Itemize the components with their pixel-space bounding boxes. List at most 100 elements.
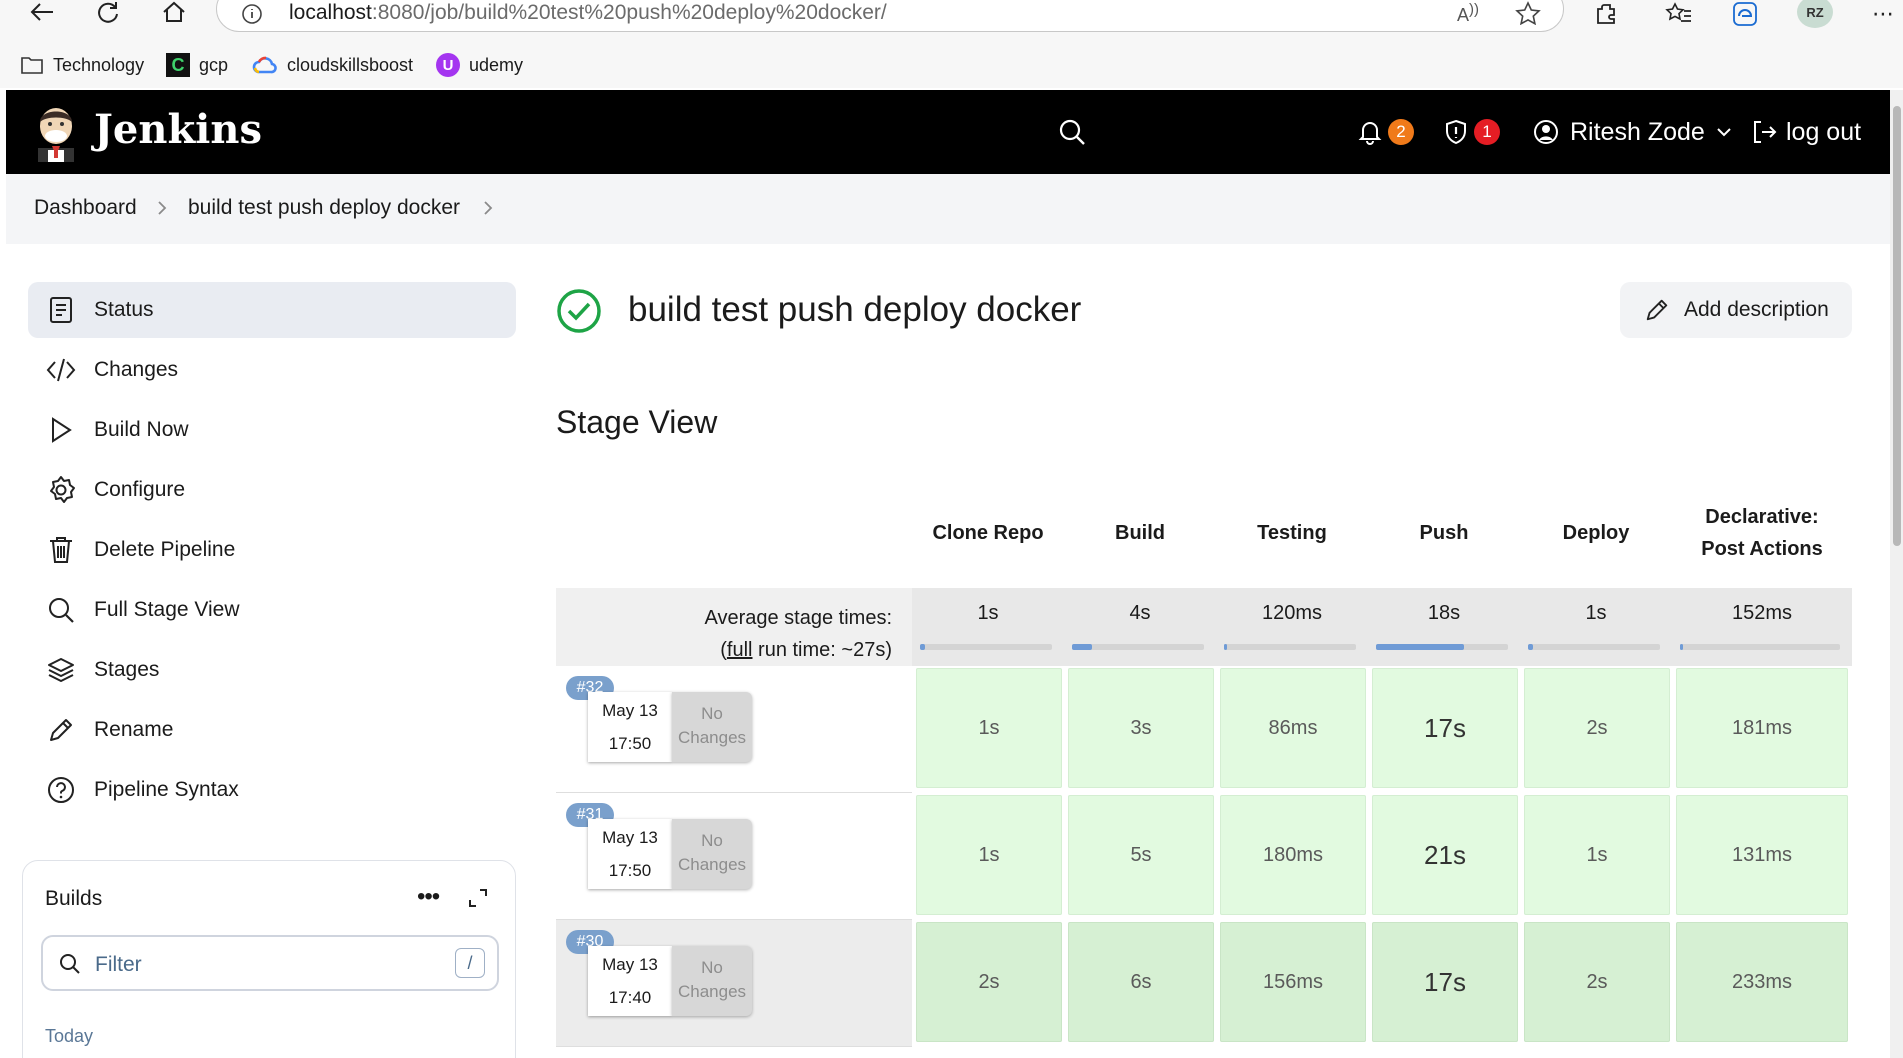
bookmarks-bar: Technology C gcp cloudskillsboost U udem… (0, 40, 1903, 88)
stage-cell[interactable]: 17s (1372, 922, 1518, 1042)
stage-cell[interactable]: 1s (1524, 795, 1670, 915)
avg-time-cell: 1s (1520, 588, 1672, 666)
avg-time-cell: 1s (912, 588, 1064, 666)
avg-progress-bar (1680, 644, 1840, 650)
notifications-button[interactable]: 2 (1356, 90, 1414, 174)
avg-progress-fill (1680, 644, 1684, 650)
page-scrollbar[interactable] (1890, 90, 1903, 1058)
page-title: build test push deploy docker (628, 290, 1082, 329)
avg-progress-bar (1376, 644, 1508, 650)
sidebar-item-full-stage-view[interactable]: Full Stage View (28, 582, 516, 638)
security-button[interactable]: 1 (1442, 90, 1500, 174)
sidebar-item-build-now[interactable]: Build Now (28, 402, 516, 458)
stage-cell[interactable]: 156ms (1220, 922, 1366, 1042)
sidebar-item-delete-pipeline[interactable]: Delete Pipeline (28, 522, 516, 578)
trash-icon (46, 535, 76, 565)
extensions-icon[interactable] (1592, 0, 1622, 28)
chevron-right-icon[interactable] (480, 200, 496, 216)
browser-toolbar: localhost:8080/job/build%20test%20push%2… (0, 0, 1903, 40)
code-icon (46, 355, 76, 385)
sidebar-item-configure[interactable]: Configure (28, 462, 516, 518)
stage-cell[interactable]: 21s (1372, 795, 1518, 915)
sidebar-item-pipeline-syntax[interactable]: Pipeline Syntax (28, 762, 516, 818)
stage-cell[interactable]: 17s (1372, 668, 1518, 788)
udemy-icon: U (436, 53, 460, 77)
jenkins-title[interactable]: Jenkins (94, 106, 262, 153)
jenkins-logo-icon[interactable] (30, 102, 86, 162)
info-icon[interactable] (241, 3, 263, 25)
stage-header-post-actions: Declarative: Post Actions (1672, 478, 1852, 588)
favorite-star-icon[interactable] (1515, 1, 1541, 25)
bookmark-cloudskillsboost[interactable]: cloudskillsboost (252, 52, 413, 78)
run-date: May 13 17:50 (588, 819, 672, 889)
stage-header-clone-repo: Clone Repo (912, 478, 1064, 588)
stage-cell[interactable]: 6s (1068, 922, 1214, 1042)
run-row-label: #32 May 13 17:50 No Changes (556, 666, 912, 793)
stage-view-title: Stage View (556, 404, 718, 440)
sidebar-item-changes[interactable]: Changes (28, 342, 516, 398)
stage-view-table: Average stage times: (full run time: ~27… (556, 478, 1852, 1058)
run-changes[interactable]: No Changes (672, 819, 752, 889)
breadcrumb-dashboard[interactable]: Dashboard (34, 196, 137, 220)
run-changes[interactable]: No Changes (672, 946, 752, 1016)
run-row-label: #31 May 13 17:50 No Changes (556, 793, 912, 920)
avg-progress-fill (920, 644, 926, 650)
back-icon[interactable] (24, 0, 60, 24)
profile-avatar[interactable]: RZ (1797, 0, 1833, 28)
stage-cell[interactable]: 131ms (1676, 795, 1848, 915)
stage-cell[interactable]: 2s (916, 922, 1062, 1042)
refresh-icon[interactable] (90, 0, 126, 24)
full-run-link[interactable]: full (727, 639, 753, 661)
sidebar-item-stages[interactable]: Stages (28, 642, 516, 698)
edge-icon[interactable] (1730, 0, 1760, 28)
stage-cell[interactable]: 181ms (1676, 668, 1848, 788)
chevron-down-icon (1717, 128, 1731, 137)
stage-cell[interactable]: 180ms (1220, 795, 1366, 915)
header-search-icon[interactable] (1058, 90, 1086, 174)
logout-icon (1754, 121, 1777, 143)
builds-filter-input[interactable]: Filter / (41, 935, 499, 991)
url-text[interactable]: localhost:8080/job/build%20test%20push%2… (289, 1, 887, 25)
user-menu[interactable]: Ritesh Zode (1532, 90, 1733, 174)
security-badge: 1 (1474, 119, 1500, 145)
logout-button[interactable]: log out (1750, 90, 1861, 174)
address-bar[interactable]: localhost:8080/job/build%20test%20push%2… (216, 0, 1564, 32)
favorites-icon[interactable] (1664, 0, 1694, 28)
expand-icon[interactable] (467, 887, 489, 909)
stage-header-deploy: Deploy (1520, 478, 1672, 588)
bookmark-gcp[interactable]: C gcp (166, 52, 228, 78)
run-date: May 13 17:40 (588, 946, 672, 1016)
breadcrumb-job[interactable]: build test push deploy docker (188, 196, 460, 220)
stack-icon (46, 655, 76, 685)
more-menu-icon[interactable]: ⋯ (1868, 0, 1898, 28)
run-date: May 13 17:50 (588, 692, 672, 762)
avg-time-cell: 4s (1064, 588, 1216, 666)
stage-cell[interactable]: 233ms (1676, 922, 1848, 1042)
stage-cell[interactable]: 1s (916, 795, 1062, 915)
notifications-badge: 2 (1388, 119, 1414, 145)
avg-progress-bar (1072, 644, 1204, 650)
stage-cell[interactable]: 2s (1524, 668, 1670, 788)
bookmark-technology[interactable]: Technology (20, 52, 144, 78)
stage-cell[interactable]: 5s (1068, 795, 1214, 915)
stage-cell[interactable]: 3s (1068, 668, 1214, 788)
scrollbar-thumb[interactable] (1893, 106, 1901, 546)
avg-progress-bar (1224, 644, 1356, 650)
chevron-right-icon[interactable] (154, 200, 170, 216)
run-changes[interactable]: No Changes (672, 692, 752, 762)
more-options-icon[interactable]: ••• (417, 883, 440, 911)
home-icon[interactable] (156, 0, 192, 24)
play-icon (46, 415, 76, 445)
bookmark-udemy[interactable]: U udemy (436, 52, 523, 78)
avg-time-cell: 152ms (1672, 588, 1852, 666)
breadcrumb: Dashboard build test push deploy docker (6, 174, 1890, 244)
avg-progress-fill (1072, 644, 1092, 650)
stage-cell[interactable]: 86ms (1220, 668, 1366, 788)
read-aloud-icon[interactable]: A)) (1457, 1, 1479, 26)
stage-cell[interactable]: 1s (916, 668, 1062, 788)
add-description-button[interactable]: Add description (1620, 282, 1852, 338)
sidebar-item-rename[interactable]: Rename (28, 702, 516, 758)
sidebar-item-status[interactable]: Status (28, 282, 516, 338)
stage-cell[interactable]: 2s (1524, 922, 1670, 1042)
avg-progress-bar (1528, 644, 1660, 650)
